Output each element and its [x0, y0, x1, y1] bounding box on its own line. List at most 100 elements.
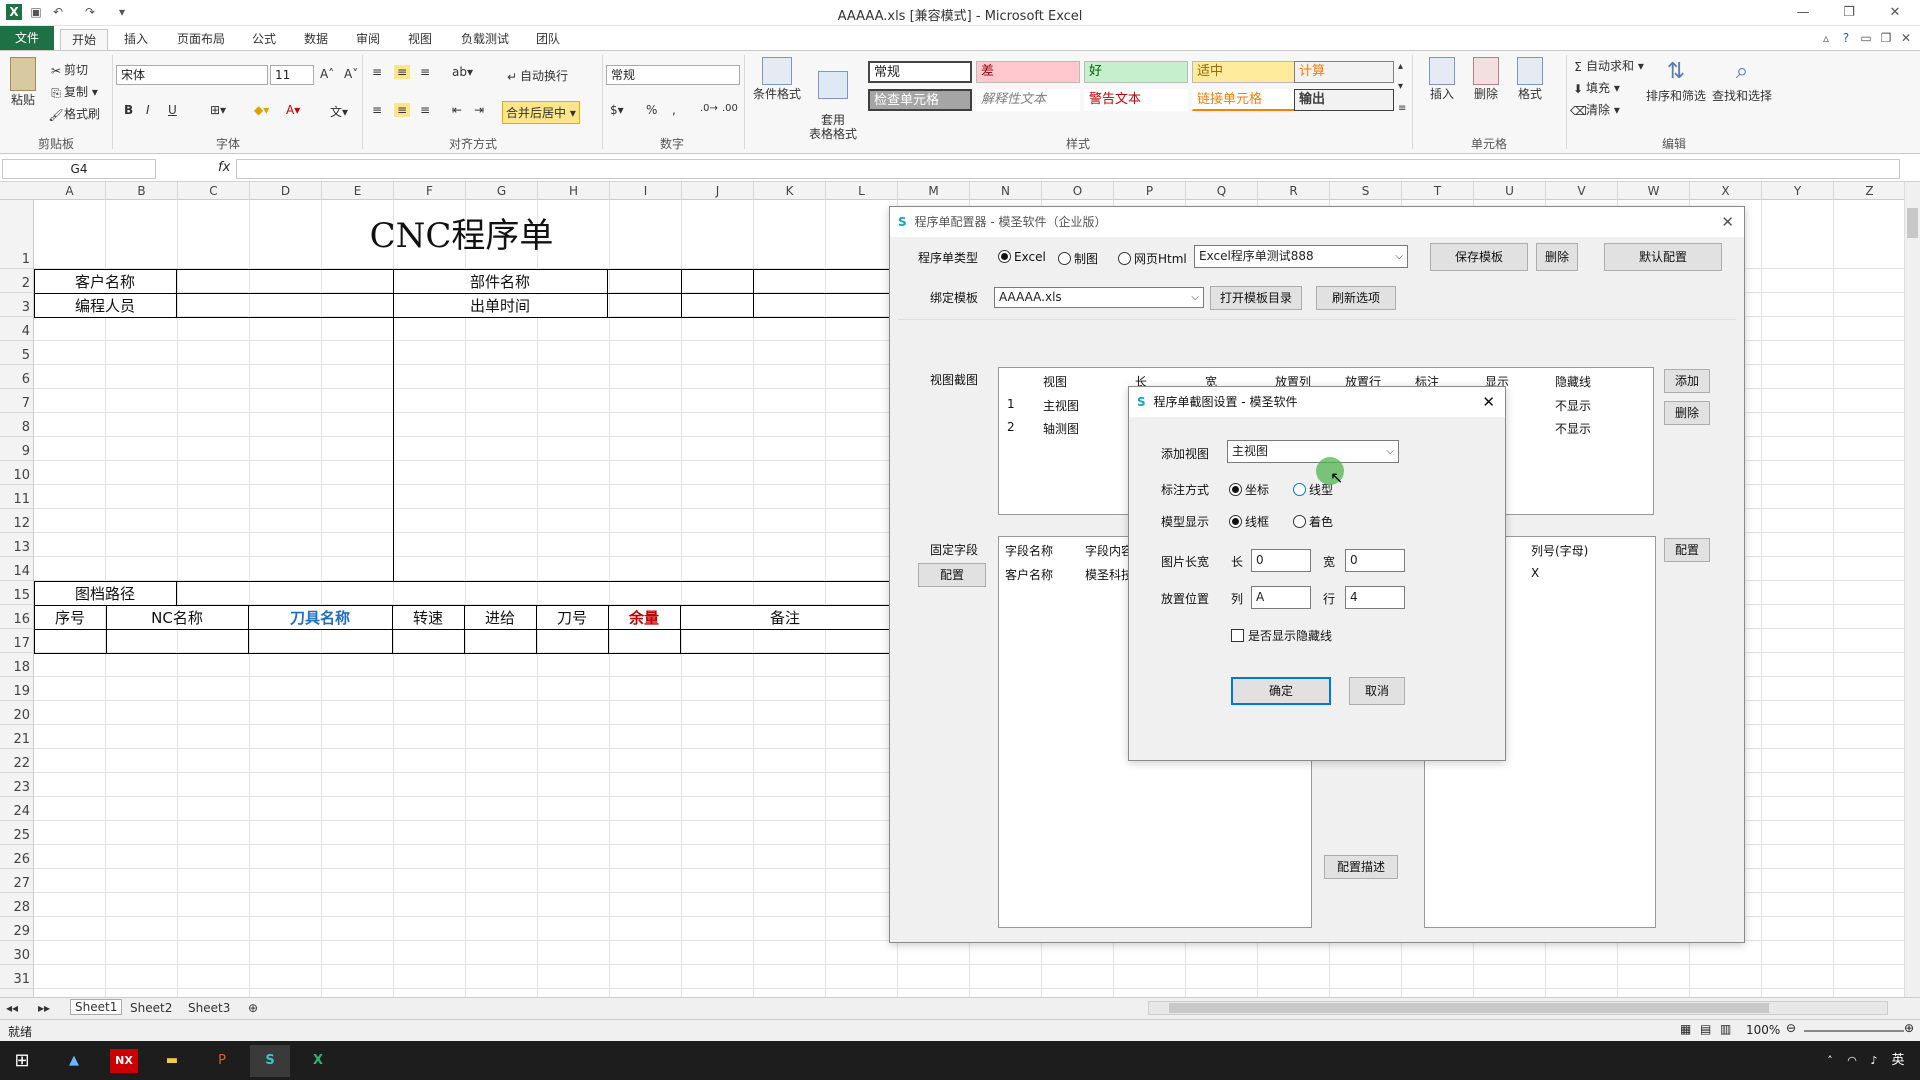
- start-icon[interactable]: ⊞: [2, 1045, 42, 1077]
- config-description-button[interactable]: 配置描述: [1324, 855, 1398, 879]
- decrease-indent-icon[interactable]: ⇤: [452, 103, 462, 117]
- style-linked-cell[interactable]: 链接单元格: [1192, 89, 1296, 111]
- row-header[interactable]: 6: [0, 365, 33, 389]
- row-header[interactable]: 20: [0, 701, 33, 725]
- row-header[interactable]: 2: [0, 269, 33, 293]
- style-calculation[interactable]: 计算: [1294, 61, 1394, 83]
- tab-data[interactable]: 数据: [296, 29, 336, 50]
- column-header[interactable]: N: [970, 182, 1042, 200]
- column-header[interactable]: G: [466, 182, 538, 200]
- row-header[interactable]: 23: [0, 773, 33, 797]
- format-cells-button[interactable]: 格式: [1508, 57, 1552, 102]
- tab-home[interactable]: 开始: [60, 29, 108, 50]
- row-header[interactable]: 18: [0, 653, 33, 677]
- hidden-line-checkbox[interactable]: 是否显示隐藏线: [1231, 627, 1332, 644]
- mark-coordinate-radio[interactable]: 坐标: [1229, 481, 1269, 498]
- column-header[interactable]: O: [1042, 182, 1114, 200]
- column-header[interactable]: I: [610, 182, 682, 200]
- close-icon[interactable]: ✕: [1880, 2, 1910, 24]
- save-template-button[interactable]: 保存模板: [1430, 243, 1528, 271]
- column-header[interactable]: Y: [1762, 182, 1834, 200]
- doc-restore-icon[interactable]: ❐: [1878, 30, 1894, 46]
- style-normal[interactable]: 常规: [868, 61, 972, 83]
- tab-review[interactable]: 审阅: [348, 29, 388, 50]
- font-size-field[interactable]: 11: [270, 65, 314, 85]
- view-layout-icon[interactable]: ▤: [1700, 1022, 1711, 1036]
- row-header[interactable]: 24: [0, 797, 33, 821]
- column-header[interactable]: J: [682, 182, 754, 200]
- column-header[interactable]: E: [322, 182, 394, 200]
- wrap-text-button[interactable]: ↵ 自动换行: [504, 67, 568, 85]
- merge-center-button[interactable]: 合并后居中 ▾: [502, 101, 580, 124]
- network-icon[interactable]: ◠: [1842, 1045, 1862, 1077]
- row-header[interactable]: 12: [0, 509, 33, 533]
- zoom-level[interactable]: 100%: [1746, 1023, 1780, 1037]
- vertical-scroll-thumb[interactable]: [1907, 208, 1918, 238]
- style-warning[interactable]: 警告文本: [1084, 89, 1188, 111]
- column-header[interactable]: V: [1546, 182, 1618, 200]
- fixed-config-button[interactable]: 配置: [918, 563, 986, 587]
- number-format-field[interactable]: 常规: [606, 65, 740, 85]
- tab-file[interactable]: 文件: [0, 26, 54, 50]
- tab-team[interactable]: 团队: [528, 29, 568, 50]
- column-header[interactable]: U: [1474, 182, 1546, 200]
- bind-file-combo[interactable]: AAAAA.xls ⌵: [994, 287, 1204, 308]
- zoom-in-icon[interactable]: ⊕: [1904, 1021, 1914, 1035]
- row-header[interactable]: 3: [0, 293, 33, 317]
- tab-page-layout[interactable]: 页面布局: [168, 29, 234, 50]
- help-icon[interactable]: ?: [1838, 30, 1854, 46]
- type-excel-radio[interactable]: Excel: [998, 250, 1046, 264]
- conditional-format-button[interactable]: 条件格式: [752, 57, 802, 102]
- font-color-icon[interactable]: A▾: [286, 103, 300, 117]
- style-output[interactable]: 输出: [1294, 89, 1394, 111]
- configurator-close-icon[interactable]: ✕: [1721, 207, 1734, 237]
- paste-button[interactable]: 粘贴: [8, 57, 38, 108]
- column-header[interactable]: K: [754, 182, 826, 200]
- width-input[interactable]: 0: [1345, 549, 1405, 572]
- template-name-combo[interactable]: Excel程序单测试888 ⌵: [1194, 245, 1408, 268]
- cancel-button[interactable]: 取消: [1349, 677, 1405, 705]
- column-header[interactable]: T: [1402, 182, 1474, 200]
- model-wireframe-radio[interactable]: 线框: [1229, 513, 1269, 530]
- column-header[interactable]: H: [538, 182, 610, 200]
- tray-chevron-icon[interactable]: ˄: [1820, 1045, 1840, 1077]
- font-name-field[interactable]: 宋体: [116, 65, 268, 85]
- row-header[interactable]: 13: [0, 533, 33, 557]
- align-middle-icon[interactable]: ≡: [394, 65, 411, 79]
- format-painter-button[interactable]: 🖌格式刷: [48, 105, 100, 123]
- view-pagebreak-icon[interactable]: ▥: [1720, 1022, 1731, 1036]
- row-header[interactable]: 19: [0, 677, 33, 701]
- align-right-icon[interactable]: ≡: [420, 103, 430, 117]
- row-header[interactable]: 4: [0, 317, 33, 341]
- percent-button[interactable]: %: [646, 103, 657, 117]
- cut-button[interactable]: ✂ 剪切: [48, 61, 88, 79]
- minimize-icon[interactable]: —: [1788, 2, 1818, 24]
- column-header[interactable]: F: [394, 182, 466, 200]
- insert-sheet-icon[interactable]: ⊕: [248, 1001, 258, 1015]
- nx-app-icon[interactable]: NX: [110, 1049, 138, 1073]
- model-shaded-radio[interactable]: 着色: [1293, 513, 1333, 530]
- default-config-button[interactable]: 默认配置: [1604, 243, 1722, 271]
- styles-scroll-up-icon[interactable]: ▴: [1398, 61, 1403, 72]
- tab-insert[interactable]: 插入: [116, 29, 156, 50]
- doc-minimize-icon[interactable]: ▭: [1858, 30, 1874, 46]
- name-box[interactable]: G4: [2, 159, 156, 179]
- row-header[interactable]: 28: [0, 893, 33, 917]
- align-left-icon[interactable]: ≡: [372, 103, 382, 117]
- row-header[interactable]: 1: [0, 200, 33, 269]
- styles-more-icon[interactable]: ≡: [1398, 103, 1406, 114]
- style-explanatory[interactable]: 解释性文本: [976, 89, 1080, 111]
- row-header[interactable]: 17: [0, 629, 33, 653]
- view-normal-icon[interactable]: ▦: [1680, 1022, 1691, 1036]
- tab-view[interactable]: 视图: [400, 29, 440, 50]
- orientation-icon[interactable]: ab▾: [452, 65, 473, 79]
- column-header[interactable]: A: [34, 182, 106, 200]
- column-header[interactable]: P: [1114, 182, 1186, 200]
- row-header[interactable]: 22: [0, 749, 33, 773]
- row-header[interactable]: 15: [0, 581, 33, 605]
- align-bottom-icon[interactable]: ≡: [420, 65, 430, 79]
- sheet-tab-2[interactable]: Sheet2: [130, 1001, 172, 1015]
- row-input[interactable]: 4: [1345, 586, 1405, 609]
- column-header[interactable]: X: [1690, 182, 1762, 200]
- find-select-button[interactable]: ⌕ 查找和选择: [1712, 57, 1772, 104]
